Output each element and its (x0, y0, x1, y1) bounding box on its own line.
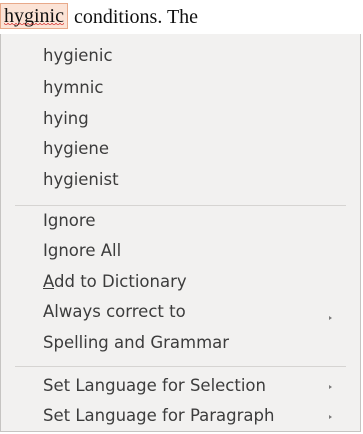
accelerator-key: A (43, 272, 54, 291)
suggestion-item[interactable]: hymnic (43, 73, 103, 103)
suggestion-item[interactable]: hygienic (43, 41, 113, 71)
document-following-text: conditions. The (74, 6, 199, 28)
suggestion-item[interactable]: hying (43, 104, 89, 134)
ignore-all-menu-item[interactable]: Ignore All (43, 236, 121, 266)
spellcheck-context-menu: hygienic hymnic hying hygiene hygienist … (0, 34, 361, 432)
set-language-paragraph-menu-item[interactable]: Set Language for Paragraph (43, 401, 274, 431)
always-correct-menu-item[interactable]: Always correct to (43, 297, 186, 327)
misspelled-word[interactable]: hyginic (0, 3, 68, 29)
set-language-selection-menu-item[interactable]: Set Language for Selection (43, 371, 266, 401)
suggestion-item[interactable]: hygiene (43, 134, 109, 164)
suggestion-item[interactable]: hygienist (43, 165, 119, 195)
ignore-menu-item[interactable]: Ignore (43, 206, 95, 236)
submenu-arrow-icon (329, 415, 332, 419)
document-text-line: hyginic conditions. The (0, 0, 363, 34)
submenu-arrow-icon (329, 316, 332, 320)
add-to-dictionary-menu-item[interactable]: Add to Dictionary (43, 267, 187, 297)
submenu-arrow-icon (329, 385, 332, 389)
add-to-dictionary-label: dd to Dictionary (54, 272, 187, 291)
spelling-and-grammar-menu-item[interactable]: Spelling and Grammar (43, 328, 229, 358)
menu-separator (15, 366, 346, 367)
